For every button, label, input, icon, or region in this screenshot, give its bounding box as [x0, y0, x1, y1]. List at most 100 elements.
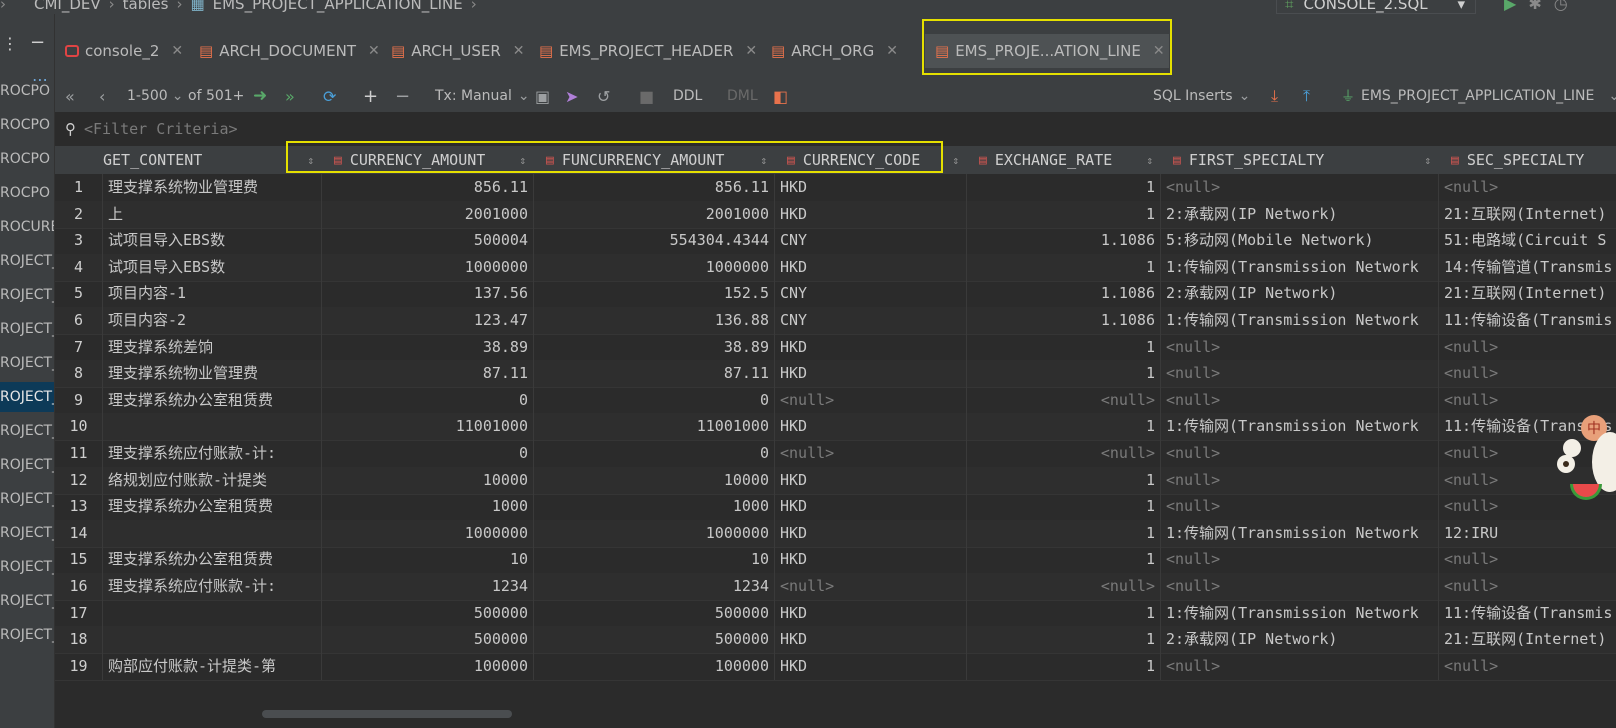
table-cell[interactable]: [103, 413, 322, 441]
column-header-sec-specialty[interactable]: ▤SEC_SPECIALTY⇕: [1439, 146, 1616, 174]
table-cell[interactable]: 5:移动网(Mobile Network): [1161, 227, 1439, 255]
table-cell[interactable]: 500004: [322, 227, 534, 255]
table-row[interactable]: 15 理支撑系统办公室租赁费 10 10 HKD 1 <null> <null>: [55, 546, 1616, 575]
export-format-select[interactable]: SQL Inserts ⌄: [1153, 80, 1250, 112]
table-row[interactable]: 11 理支撑系统应付账款-计: 0 0 <null> <null> <null> <null>: [55, 440, 1616, 468]
table-cell[interactable]: 理支撑系统应付账款-计:: [103, 440, 322, 467]
table-cell[interactable]: 10: [534, 546, 775, 574]
next-page-icon[interactable]: ➜: [253, 80, 267, 112]
table-cell[interactable]: HKD: [775, 466, 967, 494]
table-cell[interactable]: 1234: [534, 573, 775, 600]
table-cell[interactable]: 38.89: [322, 333, 534, 361]
table-cell[interactable]: 理支撑系统物业管理费: [103, 360, 322, 388]
tab-arch-document[interactable]: ▤ ARCH_DOCUMENT ✕: [199, 34, 380, 68]
table-cell[interactable]: HKD: [775, 652, 967, 680]
table-cell[interactable]: 14:传输管道(Transmis: [1439, 254, 1616, 281]
table-cell[interactable]: 1: [967, 360, 1161, 388]
table-cell[interactable]: 理支撑系统应付账款-计:: [103, 573, 322, 600]
table-cell[interactable]: HKD: [775, 546, 967, 574]
table-cell[interactable]: 21:互联网(Internet): [1439, 280, 1616, 307]
table-cell[interactable]: 1234: [322, 573, 534, 600]
table-cell[interactable]: HKD: [775, 360, 967, 388]
explorer-item[interactable]: ROCURE: [0, 212, 54, 242]
table-cell[interactable]: <null>: [1161, 652, 1439, 680]
table-cell[interactable]: <null>: [1161, 174, 1439, 201]
table-cell[interactable]: 10000: [534, 466, 775, 494]
table-row[interactable]: 5 项目内容-1 137.56 152.5 CNY 1.1086 2:承载网(IP Netw…: [55, 280, 1616, 309]
console-select[interactable]: ⌗ CONSOLE_2.SQL ▾: [1276, 0, 1476, 14]
table-cell[interactable]: <null>: [1161, 493, 1439, 521]
table-cell[interactable]: 500000: [322, 599, 534, 627]
table-cell[interactable]: 11:传输设备(Transmis: [1439, 307, 1616, 334]
table-cell[interactable]: <null>: [1439, 360, 1616, 387]
table-cell[interactable]: 500000: [322, 626, 534, 654]
table-row[interactable]: 14 1000000 1000000 HKD 1 1:传输网(Transmission N…: [55, 519, 1616, 548]
table-row[interactable]: 1 理支撑系统物业管理费 856.11 856.11 HKD 1 <null> <null>: [55, 174, 1616, 202]
table-cell[interactable]: 1: [967, 546, 1161, 574]
table-cell[interactable]: 11:传输设备(Transmis: [1439, 600, 1616, 627]
explorer-item[interactable]: ROJECT_: [0, 552, 54, 582]
first-page-icon[interactable]: «: [65, 80, 75, 112]
tab-arch-org[interactable]: ▤ ARCH_ORG ✕: [771, 34, 909, 68]
table-cell[interactable]: 1: [967, 253, 1161, 281]
table-cell[interactable]: 1000: [534, 493, 775, 521]
table-cell[interactable]: 1:传输网(Transmission Network: [1161, 253, 1439, 281]
close-icon[interactable]: ✕: [886, 43, 898, 59]
table-cell[interactable]: 0: [322, 386, 534, 414]
table-cell[interactable]: 123.47: [322, 307, 534, 334]
column-header-currency-amount[interactable]: ▤ CURRENCY_AMOUNT ⇕: [322, 146, 535, 174]
explorer-item[interactable]: ROCPO: [0, 76, 54, 106]
sort-icon[interactable]: ⇕: [760, 154, 767, 167]
table-cell[interactable]: <null>: [775, 440, 967, 467]
table-cell[interactable]: 0: [322, 440, 534, 467]
explorer-item[interactable]: ROJECT_: [0, 518, 54, 548]
table-cell[interactable]: [103, 626, 322, 654]
table-cell[interactable]: 络规划应付账款-计提类: [103, 466, 322, 494]
table-cell[interactable]: 1: [967, 333, 1161, 361]
table-cell[interactable]: 500000: [534, 599, 775, 627]
tx-mode-select[interactable]: Tx: Manual ⌄: [435, 80, 530, 112]
column-header-first-specialty[interactable]: ▤ FIRST_SPECIALTY ⇕: [1161, 146, 1440, 174]
table-cell[interactable]: 2:承载网(IP Network): [1161, 626, 1439, 654]
table-cell[interactable]: 87.11: [534, 360, 775, 388]
table-cell[interactable]: 136.88: [534, 307, 775, 334]
sort-icon[interactable]: ⇕: [519, 154, 526, 167]
delete-row-icon[interactable]: −: [395, 80, 410, 112]
refresh-icon[interactable]: ⟳: [323, 80, 336, 112]
table-row[interactable]: 7 理支撑系统差饷 38.89 38.89 HKD 1 <null> <null>: [55, 333, 1616, 362]
table-cell[interactable]: 554304.4344: [534, 227, 775, 255]
table-row[interactable]: 6 项目内容-2 123.47 136.88 CNY 1.1086 1:传输网(Transm…: [55, 307, 1616, 335]
table-cell[interactable]: <null>: [1439, 546, 1616, 573]
table-cell[interactable]: 1.1086: [967, 227, 1161, 255]
table-cell[interactable]: 1000000: [322, 253, 534, 281]
close-icon[interactable]: ✕: [513, 43, 525, 59]
add-row-icon[interactable]: +: [363, 80, 378, 112]
page-range-select[interactable]: 1-500 ⌄: [127, 80, 183, 112]
table-cell[interactable]: 856.11: [322, 174, 534, 201]
table-cell[interactable]: HKD: [775, 599, 967, 627]
explorer-item[interactable]: ROJECT_: [0, 280, 54, 310]
table-cell[interactable]: 1.1086: [967, 307, 1161, 334]
table-cell[interactable]: CNY: [775, 227, 967, 255]
filter-criteria-input[interactable]: <Filter Criteria>: [84, 120, 238, 138]
table-cell[interactable]: 上: [103, 200, 322, 228]
sort-icon[interactable]: ⇕: [307, 154, 314, 167]
history-icon[interactable]: ◷: [1554, 0, 1568, 13]
table-row[interactable]: 8 理支撑系统物业管理费 87.11 87.11 HKD 1 <null> <null>: [55, 360, 1616, 389]
column-header-currency-code[interactable]: ▤ CURRENCY_CODE ⇕: [775, 146, 968, 174]
table-cell[interactable]: 21:互联网(Internet): [1439, 201, 1616, 228]
tab-console-2[interactable]: console_2 ✕: [63, 34, 191, 68]
table-cell[interactable]: <null>: [1161, 573, 1439, 600]
sort-icon[interactable]: ⇕: [1424, 154, 1431, 167]
table-cell[interactable]: <null>: [1439, 174, 1616, 201]
table-row[interactable]: 3 试项目导入EBS数 500004 554304.4344 CNY 1.1086 5:移动…: [55, 227, 1616, 256]
column-header-get-content[interactable]: GET_CONTENT ⇕: [103, 146, 323, 174]
stop-icon[interactable]: ■: [639, 80, 654, 112]
table-cell[interactable]: HKD: [775, 333, 967, 361]
compare-icon[interactable]: ◧: [773, 80, 788, 112]
table-cell[interactable]: <null>: [1161, 333, 1439, 361]
explorer-item[interactable]: ROJECT_: [0, 348, 54, 378]
breadcrumb-table[interactable]: EMS_PROJECT_APPLICATION_LINE: [213, 0, 463, 13]
table-cell[interactable]: HKD: [775, 413, 967, 441]
explorer-item[interactable]: ROCPO: [0, 144, 54, 174]
